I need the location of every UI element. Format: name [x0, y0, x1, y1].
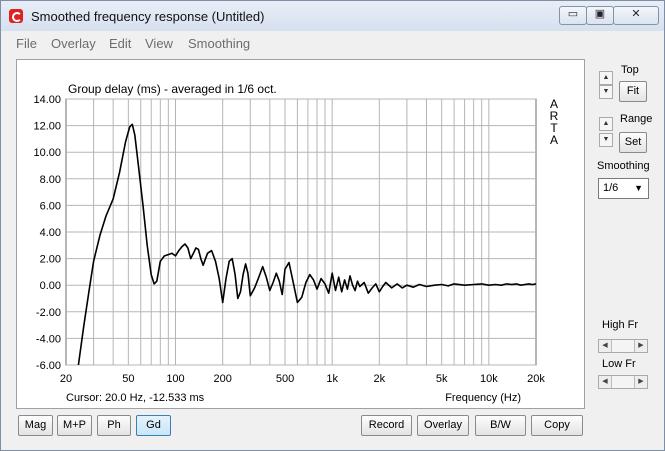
- x-tick-label: 200: [213, 373, 231, 385]
- title-bar[interactable]: Smoothed frequency response (Untitled) ▭…: [1, 1, 664, 31]
- high-fr-label: High Fr: [602, 319, 639, 331]
- overlay-button[interactable]: Overlay: [417, 415, 469, 436]
- mp-button[interactable]: M+P: [57, 415, 92, 436]
- chevron-right-icon[interactable]: ▶: [634, 376, 647, 388]
- y-tick-label: -4.00: [36, 333, 61, 345]
- range-label: Range: [620, 113, 653, 125]
- window-title: Smoothed frequency response (Untitled): [31, 9, 265, 24]
- y-tick-label: 10.00: [33, 147, 61, 159]
- maximize-button[interactable]: ▣: [586, 6, 614, 25]
- plot-area[interactable]: 14.00 12.00 10.00 8.00 6.00 4.00 2.00 0.00 -2.00…: [16, 59, 585, 409]
- menu-view[interactable]: View: [145, 36, 173, 51]
- app-logo-icon[interactable]: [9, 9, 23, 23]
- chevron-down-icon: ▼: [634, 183, 643, 193]
- y-tick-label: -6.00: [36, 360, 61, 372]
- x-tick-label: 2k: [374, 373, 386, 385]
- menu-bar: File Overlay Edit View Smoothing: [9, 32, 657, 54]
- y-tick-label: -2.00: [36, 307, 61, 319]
- watermark-letter: A: [550, 133, 558, 147]
- menu-smoothing[interactable]: Smoothing: [188, 36, 250, 51]
- mag-button[interactable]: Mag: [18, 415, 53, 436]
- chevron-left-icon[interactable]: ◀: [599, 376, 612, 388]
- y-tick-label: 4.00: [40, 227, 61, 239]
- chevron-right-icon[interactable]: ▶: [634, 340, 647, 352]
- range-down-spinner[interactable]: ▼: [599, 133, 613, 147]
- x-tick-label: 20k: [527, 373, 545, 385]
- x-tick-label: 500: [276, 373, 294, 385]
- range-up-spinner[interactable]: ▲: [599, 117, 613, 131]
- x-tick-label: 1k: [326, 373, 338, 385]
- high-fr-scroller[interactable]: ◀ ▶: [598, 339, 648, 353]
- y-tick-label: 8.00: [40, 174, 61, 186]
- low-fr-scroller[interactable]: ◀ ▶: [598, 375, 648, 389]
- fit-button[interactable]: Fit: [619, 81, 647, 102]
- group-delay-chart[interactable]: 14.00 12.00 10.00 8.00 6.00 4.00 2.00 0.00 -2.00…: [17, 60, 584, 408]
- x-tick-label: 5k: [436, 373, 448, 385]
- menu-edit[interactable]: Edit: [109, 36, 131, 51]
- x-tick-label: 100: [166, 373, 184, 385]
- set-button[interactable]: Set: [619, 132, 647, 153]
- close-button[interactable]: ✕: [613, 6, 659, 25]
- smoothing-label: Smoothing: [597, 160, 650, 172]
- x-tick-label: 10k: [480, 373, 498, 385]
- smoothing-select[interactable]: 1/6 ▼: [598, 178, 649, 199]
- smoothing-value: 1/6: [603, 182, 619, 194]
- x-tick-label: 20: [60, 373, 72, 385]
- menu-file[interactable]: File: [16, 36, 37, 51]
- chevron-left-icon[interactable]: ◀: [599, 340, 612, 352]
- top-down-spinner[interactable]: ▼: [599, 85, 613, 99]
- top-up-spinner[interactable]: ▲: [599, 71, 613, 85]
- chart-title: Group delay (ms) - averaged in 1/6 oct.: [68, 82, 277, 96]
- low-fr-label: Low Fr: [602, 358, 636, 370]
- y-tick-label: 14.00: [33, 94, 61, 106]
- app-window: Smoothed frequency response (Untitled) ▭…: [0, 0, 665, 451]
- top-label: Top: [621, 64, 639, 76]
- ph-button[interactable]: Ph: [97, 415, 131, 436]
- y-tick-label: 12.00: [33, 121, 61, 133]
- y-tick-label: 6.00: [40, 200, 61, 212]
- minimize-button[interactable]: ▭: [559, 6, 587, 25]
- x-axis-label: Frequency (Hz): [445, 392, 521, 404]
- gd-button[interactable]: Gd: [136, 415, 171, 436]
- copy-button[interactable]: Copy: [531, 415, 583, 436]
- x-tick-label: 50: [122, 373, 134, 385]
- cursor-readout: Cursor: 20.0 Hz, -12.533 ms: [66, 392, 205, 404]
- bw-button[interactable]: B/W: [475, 415, 526, 436]
- y-tick-label: 2.00: [40, 254, 61, 266]
- menu-overlay[interactable]: Overlay: [51, 36, 96, 51]
- record-button[interactable]: Record: [361, 415, 412, 436]
- y-tick-label: 0.00: [40, 280, 61, 292]
